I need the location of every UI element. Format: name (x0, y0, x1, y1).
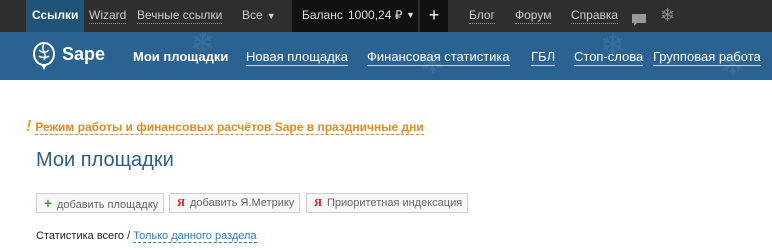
nav-new-site[interactable]: Новая площадка (246, 49, 348, 66)
yandex-icon: Я (314, 197, 322, 209)
tab-wizard[interactable]: Wizard (89, 0, 127, 32)
forum-link[interactable]: Форум (515, 0, 552, 32)
tab-eternal-links[interactable]: Вечные ссылки (137, 0, 223, 32)
filter-all-dropdown[interactable]: Все ▼ (242, 0, 276, 32)
plus-icon: + (43, 195, 53, 211)
chevron-down-icon: ▼ (406, 10, 415, 20)
balance-dropdown[interactable]: Баланс 1000,24 ₽ ▼ (292, 0, 418, 32)
stats-scope: Статистика всего / Только данного раздел… (36, 230, 257, 243)
add-site-button[interactable]: + добавить площадку (36, 193, 165, 213)
add-funds-button[interactable]: + (420, 0, 448, 32)
top-bar: Ссылки Wizard Вечные ссылки Все ▼ Баланс … (0, 0, 772, 32)
add-site-label: добавить площадку (57, 199, 159, 211)
help-label: Справка (571, 8, 619, 24)
nav-gbl[interactable]: ГБЛ (531, 49, 556, 66)
messages-icon[interactable] (631, 8, 647, 26)
priority-index-button[interactable]: Я Приоритетная индексация (306, 193, 469, 213)
blog-label: Блог (469, 8, 495, 24)
holiday-notice[interactable]: ! Режим работы и финансовых расчётов Sape… (26, 118, 424, 136)
tab-links[interactable]: Ссылки (26, 0, 85, 32)
stats-section-link[interactable]: Только данного раздела (133, 230, 257, 243)
main-nav: ❄ ❄ ❄ ❄ Sape Мои площадки Новая площадка… (0, 32, 772, 80)
add-metrika-label: добавить Я.Метрику (190, 197, 295, 209)
nav-group-work[interactable]: Групповая работа (653, 49, 761, 66)
help-link[interactable]: Справка (571, 0, 619, 32)
page-title: Мои площадки (36, 149, 174, 171)
chevron-down-icon: ▼ (266, 11, 276, 21)
nav-stop-words[interactable]: Стоп-слова (574, 49, 644, 66)
exclamation-icon: ! (26, 118, 32, 135)
priority-index-label: Приоритетная индексация (327, 197, 463, 209)
tab-eternal-links-label: Вечные ссылки (137, 8, 223, 24)
sape-logo-icon[interactable] (32, 42, 56, 72)
holiday-notice-text: Режим работы и финансовых расчётов Sape … (35, 120, 424, 135)
yandex-icon: Я (177, 197, 185, 209)
blog-link[interactable]: Блог (469, 0, 495, 32)
tab-wizard-label: Wizard (89, 8, 127, 24)
nav-my-sites[interactable]: Мои площадки (133, 49, 228, 64)
forum-label: Форум (515, 8, 552, 24)
balance-label: Баланс (302, 8, 343, 22)
add-metrika-button[interactable]: Ядобавить Я.Метрику (169, 193, 301, 213)
stats-all-label: Статистика всего / (36, 230, 131, 242)
brand-name[interactable]: Sape (62, 44, 105, 65)
balance-value: 1000,24 ₽ (348, 8, 403, 22)
nav-finance-stats[interactable]: Финансовая статистика (367, 49, 510, 66)
filter-all-label: Все (242, 8, 263, 22)
snowflake-icon[interactable]: ❄ (660, 0, 675, 32)
